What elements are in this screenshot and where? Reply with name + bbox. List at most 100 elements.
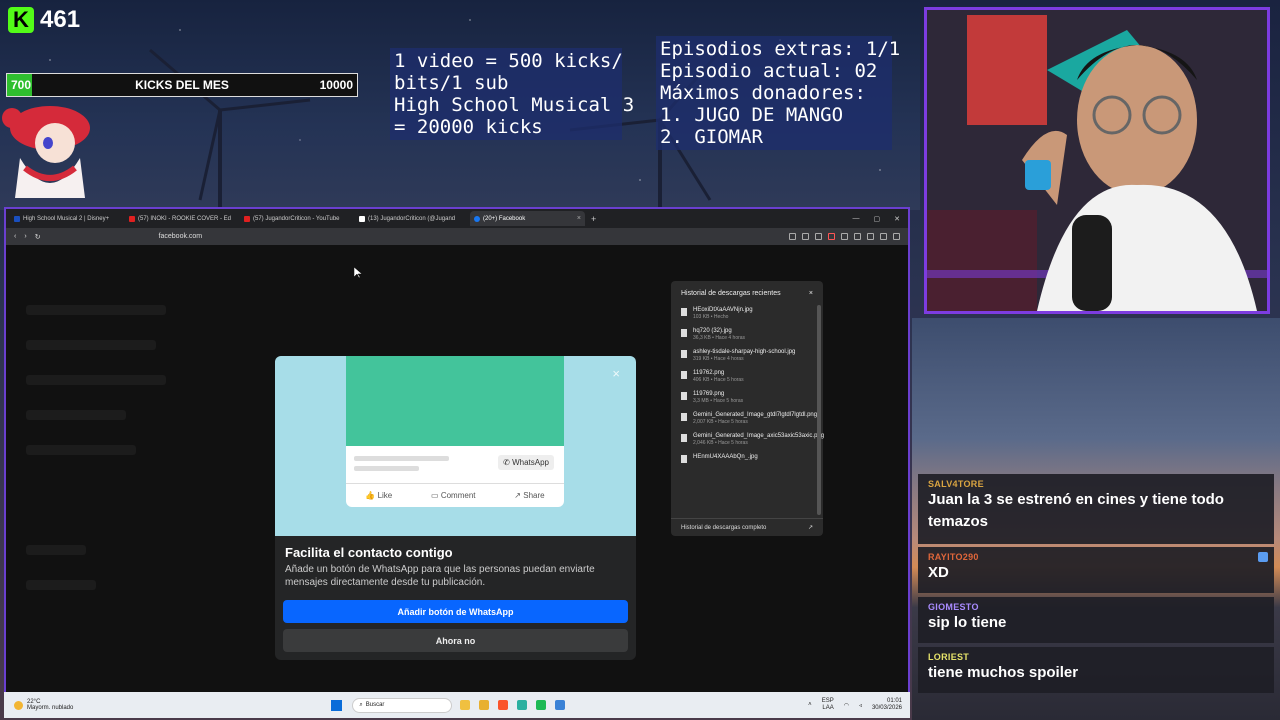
- explorer-icon[interactable]: [460, 700, 471, 710]
- download-name: HEoxiDtXaAAVNjn.jpg: [693, 307, 753, 313]
- folder-icon[interactable]: [479, 700, 490, 710]
- system-tray: ˄ ESP LAA ◠ ◃ 01:01 30/03/2026: [808, 698, 910, 712]
- clock[interactable]: 01:01 30/03/2026: [872, 698, 902, 712]
- mouse-cursor-icon: [354, 267, 362, 279]
- window-controls: — ▢ ✕: [853, 215, 909, 223]
- tab-youtube-inoki[interactable]: (57) INOKI - ROOKIE COVER - Ed: [125, 211, 240, 226]
- downloads-footer[interactable]: Historial de descargas completo ↗: [671, 518, 823, 536]
- downloads-header: Historial de descargas recientes ×: [671, 281, 823, 303]
- external-link-icon[interactable]: ↗: [808, 524, 813, 531]
- sidebar-icon[interactable]: [867, 233, 874, 240]
- monthly-kicks-goal-bar: 700 KICKS DEL MES 10000: [6, 73, 358, 97]
- brave-shield-icon[interactable]: [828, 233, 835, 240]
- menu-icon[interactable]: [893, 233, 900, 240]
- download-name: 119762.png: [693, 370, 725, 376]
- download-name: Gemini_Generated_Image_gtdl7lgtdl7lgtdl.…: [693, 412, 818, 418]
- sidebar-placeholder: [26, 410, 126, 420]
- download-name: Gemini_Generated_Image_axic53axic53axic.…: [693, 433, 825, 439]
- reload-icon[interactable]: ↻: [35, 233, 41, 241]
- tab-facebook[interactable]: (20+) Facebook ×: [470, 211, 585, 226]
- mock-comment: ▭ Comment: [431, 491, 476, 500]
- rewards-icon[interactable]: [841, 233, 848, 240]
- app-icon[interactable]: [555, 700, 566, 710]
- episode-info-box: Episodios extras: 1/1 Episodio actual: 0…: [656, 36, 900, 150]
- download-item[interactable]: ashley-tisdale-sharpay-high-school.jpg 31…: [671, 345, 823, 366]
- file-icon: [681, 371, 687, 379]
- full-history-link[interactable]: Historial de descargas completo: [681, 525, 766, 531]
- episode-line: 1. JUGO DE MANGO: [660, 104, 844, 126]
- badge-icon: [1258, 552, 1268, 562]
- share-icon[interactable]: [815, 233, 822, 240]
- dialog-illustration: × ✆ WhatsApp 👍 Like ▭ Comment ↗ Share: [275, 356, 636, 536]
- download-item[interactable]: HEnmU4XAAAbQn_.jpg: [671, 450, 823, 466]
- chat-text: Juan la 3 se estrenó en cines y tiene to…: [928, 491, 1224, 530]
- tab-x[interactable]: (13) JugandorCriticon (@Jugand: [355, 211, 470, 226]
- sidebar-placeholder: [26, 580, 96, 590]
- volume-icon[interactable]: ◃: [859, 702, 862, 709]
- download-item[interactable]: Gemini_Generated_Image_axic53axic53axic.…: [671, 429, 825, 450]
- tray-chevron-icon[interactable]: ˄: [808, 702, 812, 708]
- mascot-character-image: [2, 106, 90, 198]
- close-window-icon[interactable]: ✕: [894, 215, 900, 223]
- promo-line: bits/1 sub: [394, 72, 509, 94]
- tab-close-icon[interactable]: ×: [577, 215, 581, 222]
- sidebar-placeholder: [26, 445, 136, 455]
- wallet-icon[interactable]: [880, 233, 887, 240]
- new-tab-button[interactable]: +: [585, 214, 596, 224]
- weather-widget[interactable]: 22°C Mayorm. nublado: [4, 699, 73, 711]
- mock-text-line: [354, 466, 419, 471]
- app-icon[interactable]: [517, 700, 528, 710]
- mock-whatsapp-label: WhatsApp: [512, 458, 549, 467]
- facebook-page: × ✆ WhatsApp 👍 Like ▭ Comment ↗ Share Fa…: [6, 245, 908, 694]
- youtube-icon: [244, 215, 250, 222]
- windows-start-icon[interactable]: [331, 699, 343, 711]
- dialog-description: Añade un botón de WhatsApp para que las …: [285, 564, 595, 588]
- chat-message: LORIEST tiene muchos spoiler: [918, 647, 1274, 693]
- extension-icon[interactable]: [789, 233, 796, 240]
- not-now-button[interactable]: Ahora no: [283, 629, 628, 652]
- download-icon[interactable]: [854, 233, 861, 240]
- language-indicator[interactable]: ESP LAA: [822, 698, 834, 712]
- forward-icon[interactable]: ›: [24, 233, 26, 240]
- close-icon[interactable]: ×: [809, 290, 813, 297]
- windows-taskbar: 22°C Mayorm. nublado ⌕ Buscar ˄ ESP LAA …: [4, 692, 910, 718]
- download-item[interactable]: 119762.png 406 KB • Hace 5 horas: [671, 366, 823, 387]
- brave-icon[interactable]: [498, 700, 509, 710]
- tab-label: High School Musical 2 | Disney+: [23, 215, 110, 222]
- goal-min: 700: [11, 78, 32, 92]
- download-item[interactable]: HEoxiDtXaAAVNjn.jpg 103 KB • Hecho: [671, 303, 823, 324]
- download-name: HEnmU4XAAAbQn_.jpg: [693, 454, 758, 460]
- weather-icon: [14, 700, 23, 710]
- tab-disney[interactable]: High School Musical 2 | Disney+: [10, 211, 125, 226]
- chat-text: sip lo tiene: [928, 614, 1007, 631]
- tab-bar: High School Musical 2 | Disney+ (57) INO…: [6, 209, 908, 228]
- tab-label: (13) JugandorCriticon (@Jugand: [368, 215, 456, 222]
- taskbar-search[interactable]: ⌕ Buscar: [352, 697, 453, 713]
- goal-max: 10000: [319, 78, 353, 92]
- spotify-icon[interactable]: [536, 700, 547, 710]
- close-icon[interactable]: ×: [612, 366, 620, 381]
- sidebar-placeholder: [26, 545, 86, 555]
- url-field[interactable]: facebook.com: [159, 233, 203, 240]
- download-item[interactable]: Gemini_Generated_Image_gtdl7lgtdl7lgtdl.…: [671, 408, 823, 429]
- downloads-scrollbar[interactable]: [817, 305, 821, 515]
- maximize-icon[interactable]: ▢: [874, 215, 881, 223]
- minimize-icon[interactable]: —: [853, 215, 860, 223]
- mock-whatsapp-button: ✆ WhatsApp: [498, 455, 554, 470]
- tab-youtube-channel[interactable]: (57) JugandorCriticon - YouTube: [240, 211, 355, 226]
- x-icon: [359, 215, 365, 222]
- zoom-icon[interactable]: [802, 233, 809, 240]
- mock-like-label: Like: [377, 491, 393, 500]
- episode-line: Máximos donadores:: [660, 82, 866, 104]
- dialog-title: Facilita el contacto contigo: [285, 545, 453, 560]
- wifi-icon[interactable]: ◠: [844, 702, 849, 709]
- episode-line: Episodio actual: 02: [660, 60, 878, 82]
- weather-text: Mayorm. nublado: [27, 705, 74, 711]
- download-item[interactable]: hq720 (32).jpg 36,3 KB • Hace 4 horas: [671, 324, 823, 345]
- download-meta: 103 KB • Hecho: [693, 314, 729, 320]
- add-whatsapp-button[interactable]: Añadir botón de WhatsApp: [283, 600, 628, 623]
- kick-counter: K 461: [8, 6, 80, 34]
- download-item[interactable]: 119769.png 3,3 MB • Hace 5 horas: [671, 387, 823, 408]
- back-icon[interactable]: ‹: [14, 233, 16, 240]
- chat-message: RAYITO290 XD: [918, 547, 1274, 593]
